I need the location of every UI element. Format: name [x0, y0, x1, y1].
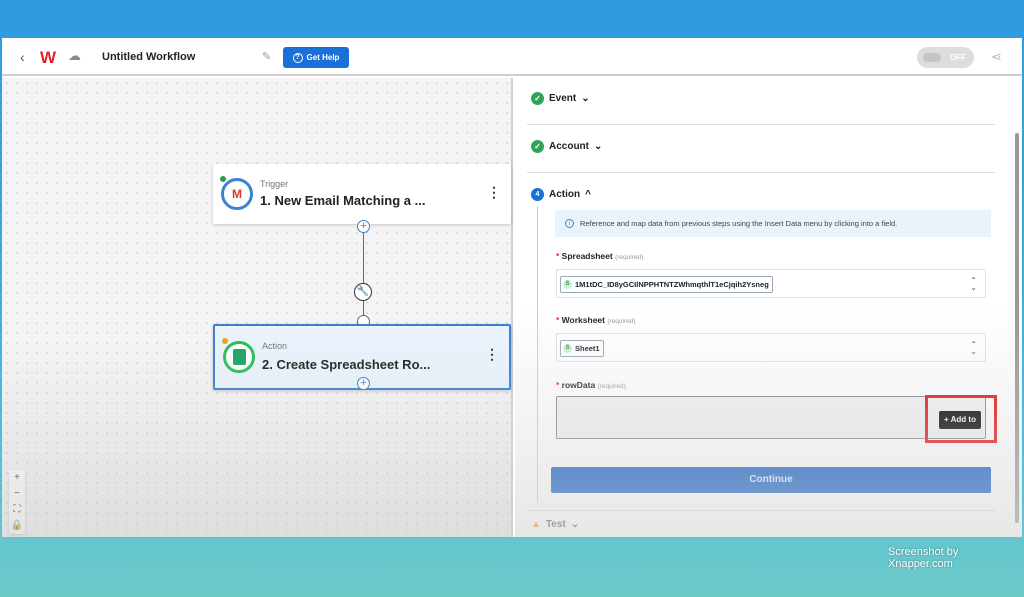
- toggle-knob: [923, 53, 941, 62]
- add-to-button[interactable]: + Add to: [939, 411, 981, 429]
- add-step-icon[interactable]: +: [357, 377, 370, 390]
- warning-icon: ▲: [531, 519, 541, 530]
- cloud-icon: ☁: [68, 48, 81, 63]
- divider: [527, 510, 995, 511]
- chevron-down-icon: ⌄: [570, 519, 580, 530]
- section-label: Account: [549, 141, 589, 152]
- worksheet-label: * Worksheet (required): [556, 315, 636, 325]
- spreadsheet-select[interactable]: 1M1tDC_ID8yGCIlNPPHTNTZWhmqthlT1eCjqih2Y…: [556, 269, 986, 298]
- step-number: 4: [531, 188, 544, 201]
- continue-button[interactable]: Continue: [551, 467, 991, 493]
- node-name: 2. Create Spreadsheet Ro...: [262, 357, 431, 372]
- lock-icon[interactable]: 🔒: [9, 518, 25, 534]
- spreadsheet-chip: 1M1tDC_ID8yGCIlNPPHTNTZWhmqthlT1eCjqih2Y…: [560, 276, 773, 293]
- section-rail: [537, 206, 538, 502]
- help-icon: ?: [292, 52, 303, 63]
- share-icon[interactable]: ⋖: [991, 49, 1002, 65]
- rowdata-field[interactable]: [556, 396, 986, 439]
- section-test[interactable]: ▲ Test ⌄: [531, 519, 579, 530]
- section-label: Event: [549, 93, 577, 104]
- gmail-icon: M: [221, 178, 253, 210]
- status-dot: [222, 338, 228, 344]
- info-banner: i Reference and map data from previous st…: [555, 210, 991, 237]
- rowdata-label: * rowData (required): [556, 380, 626, 390]
- node-type: Action: [262, 341, 288, 351]
- step-config-panel: ✓ Event ⌄ ✓ Account ⌄ 4 Action ^ i Reference an…: [515, 78, 1022, 537]
- back-icon[interactable]: ‹: [20, 49, 25, 65]
- app-logo: W: [40, 48, 56, 67]
- app-window: ‹ W ☁ Untitled Workflow ✎ ? Get Help OFF …: [2, 38, 1022, 537]
- zoom-out-icon[interactable]: −: [9, 486, 25, 502]
- chevron-down-icon: ⌄: [594, 141, 603, 152]
- fit-view-icon[interactable]: ⛶: [9, 502, 25, 518]
- node-name: 1. New Email Matching a ...: [260, 193, 426, 208]
- chevron-up-icon: ^: [585, 189, 591, 200]
- select-arrows-icon: ⌃ ⌄: [970, 276, 977, 292]
- add-step-icon[interactable]: +: [357, 220, 370, 233]
- check-icon: ✓: [531, 140, 544, 153]
- worksheet-chip: Sheet1: [560, 340, 604, 357]
- workflow-toggle[interactable]: OFF: [917, 47, 974, 68]
- section-event[interactable]: ✓ Event ⌄: [531, 92, 590, 105]
- info-icon: i: [565, 219, 574, 228]
- divider: [527, 124, 995, 125]
- connector-line: [363, 233, 364, 283]
- top-bar: ‹ W ☁ Untitled Workflow ✎ ? Get Help OFF …: [2, 38, 1022, 76]
- status-dot: [220, 176, 226, 182]
- more-icon[interactable]: ⋮: [485, 346, 499, 363]
- section-label: Test: [545, 519, 566, 530]
- section-action[interactable]: 4 Action ^: [531, 188, 591, 201]
- divider: [527, 172, 995, 173]
- wrench-icon[interactable]: 🔧: [354, 283, 372, 301]
- trigger-node[interactable]: M Trigger 1. New Email Matching a ... ⋮: [213, 164, 511, 224]
- edit-icon[interactable]: ✎: [262, 50, 271, 63]
- more-icon[interactable]: ⋮: [487, 184, 501, 201]
- scrollbar[interactable]: [1015, 133, 1019, 523]
- check-icon: ✓: [531, 92, 544, 105]
- select-arrows-icon: ⌃ ⌄: [970, 340, 977, 356]
- workflow-canvas[interactable]: M Trigger 1. New Email Matching a ... ⋮ …: [2, 78, 513, 537]
- section-account[interactable]: ✓ Account ⌄: [531, 140, 602, 153]
- zoom-controls: + − ⛶ 🔒: [9, 470, 25, 534]
- worksheet-select[interactable]: Sheet1 ⌃⌄: [556, 333, 986, 362]
- connector-line: [363, 301, 364, 315]
- get-help-button[interactable]: ? Get Help: [283, 47, 349, 68]
- toggle-label: OFF: [950, 53, 966, 62]
- zoom-in-icon[interactable]: +: [9, 470, 25, 486]
- section-label: Action: [549, 189, 581, 200]
- workflow-title[interactable]: Untitled Workflow: [102, 51, 195, 63]
- spreadsheet-label: * Spreadsheet (required): [556, 251, 644, 261]
- watermark: Screenshot by Xnapper.com: [888, 546, 959, 570]
- sheets-icon: [223, 341, 255, 373]
- node-type: Trigger: [260, 179, 289, 189]
- chevron-down-icon: ⌄: [581, 93, 590, 104]
